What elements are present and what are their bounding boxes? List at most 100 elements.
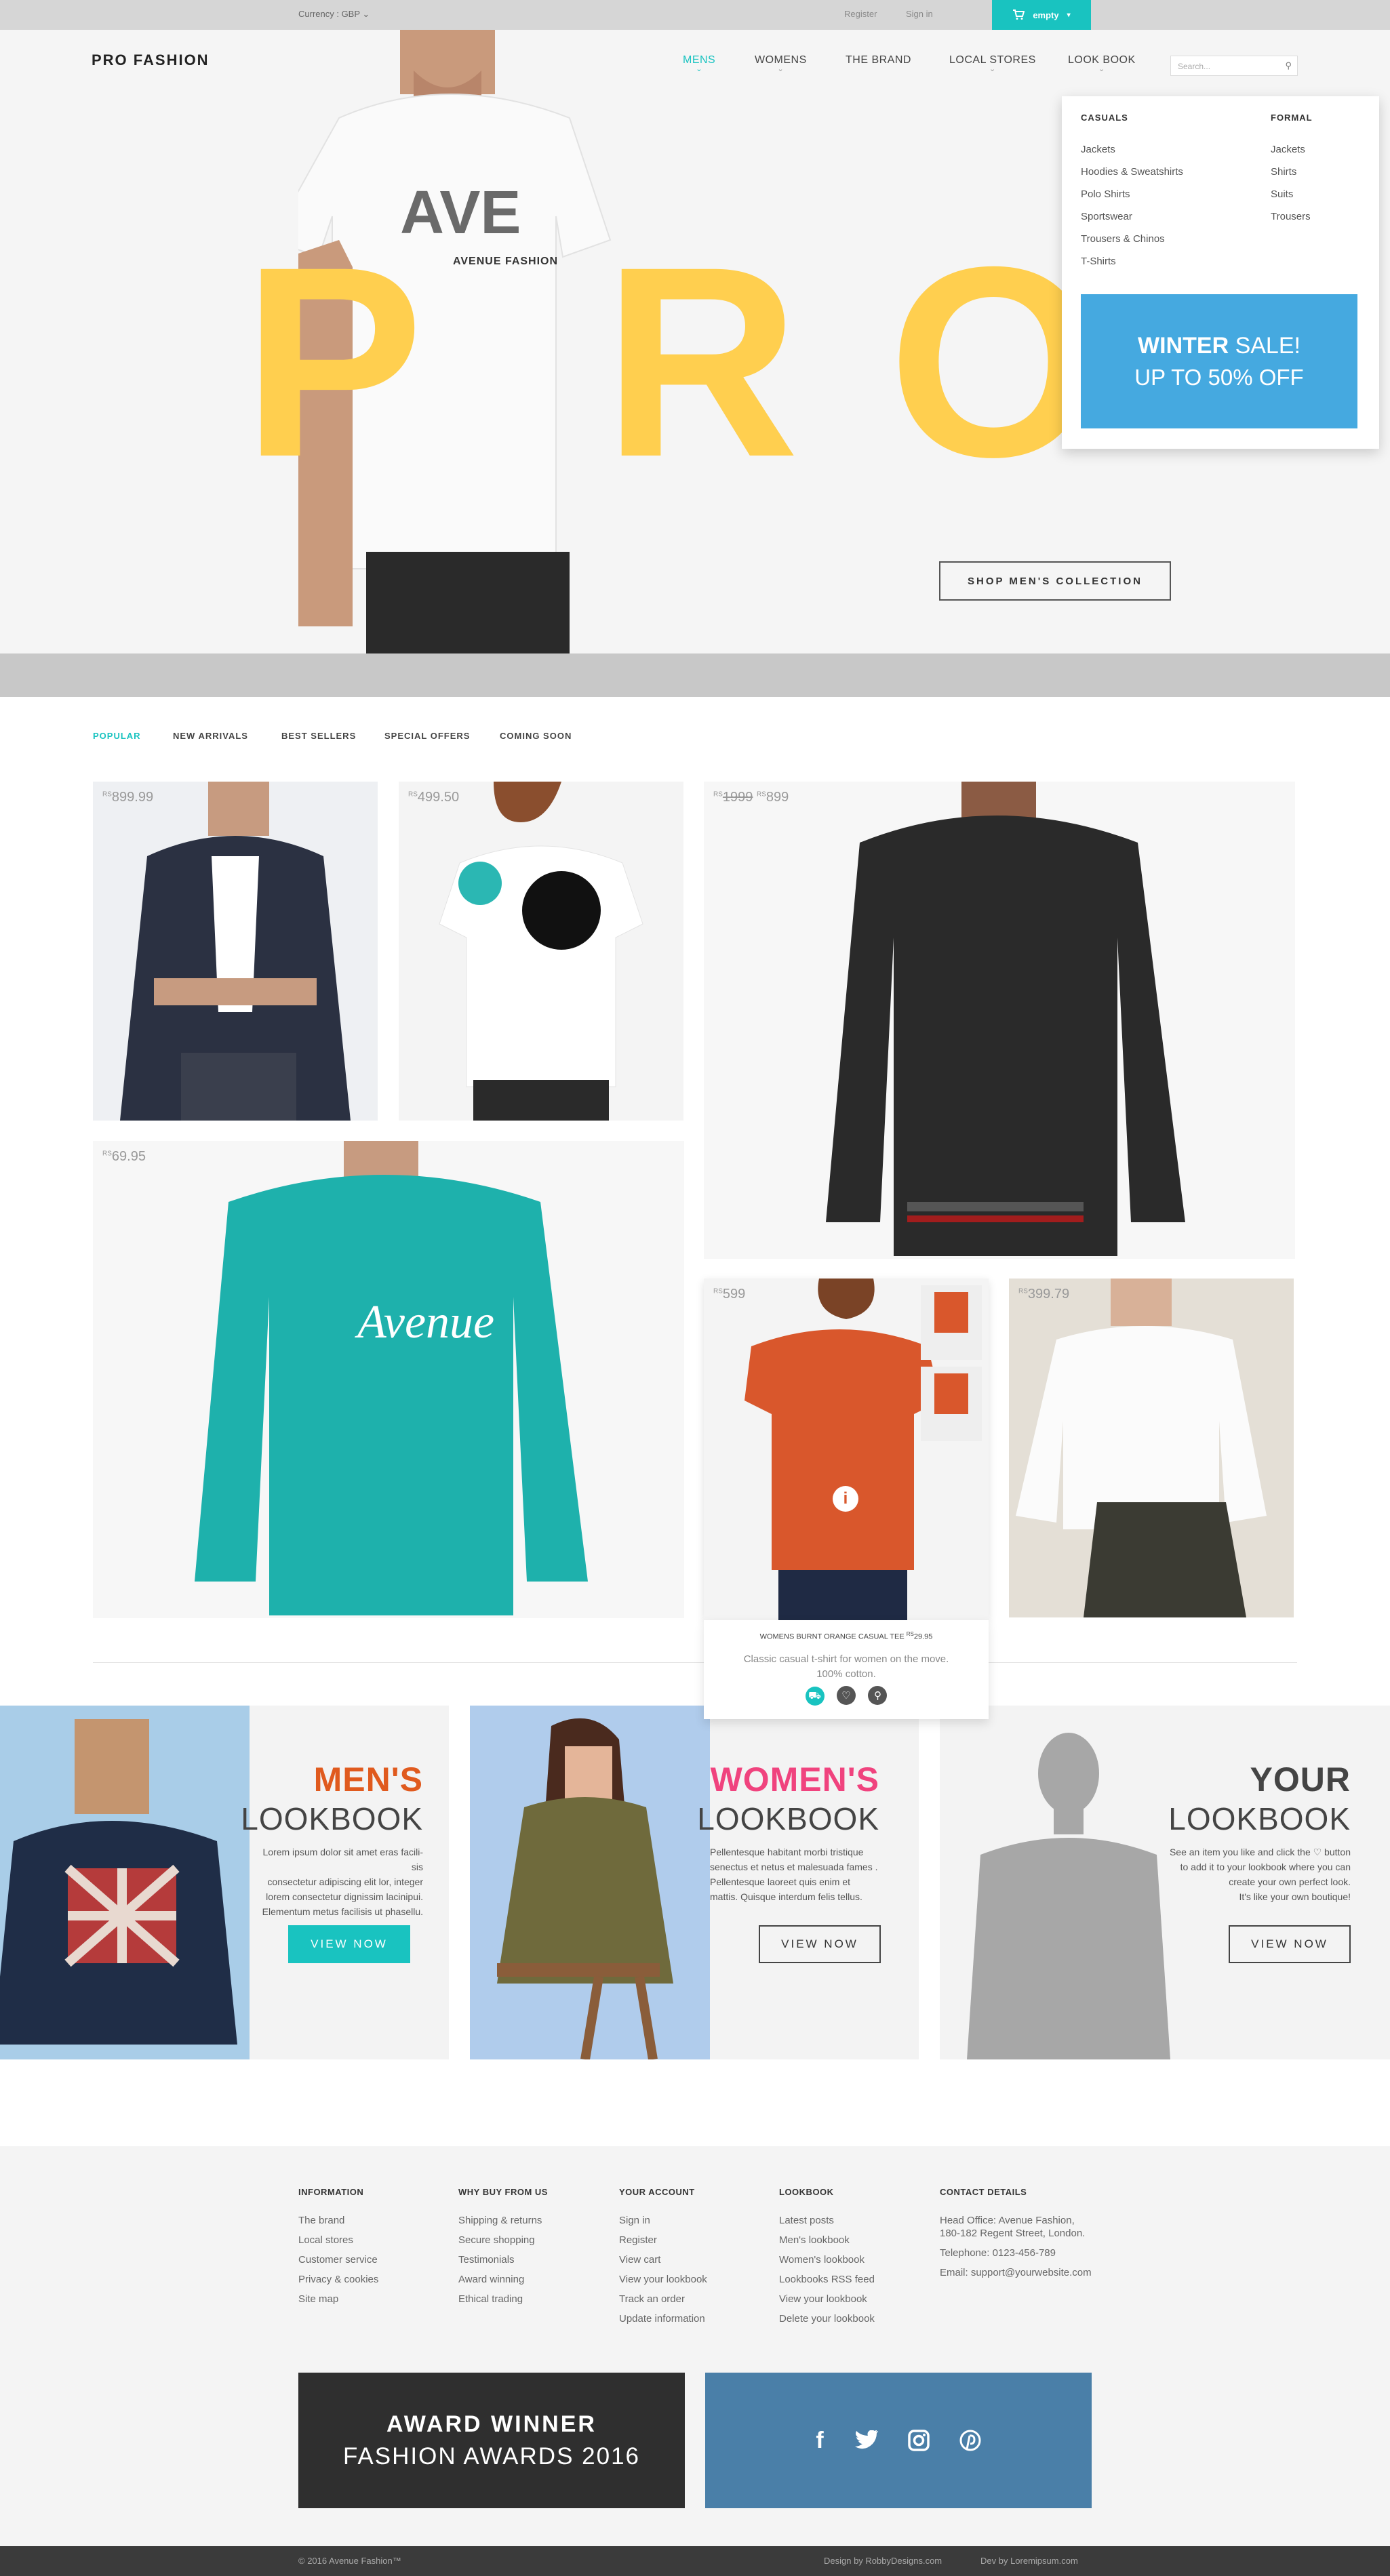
menu-item-t-shirts[interactable]: T-Shirts [1081, 256, 1183, 267]
menu-item-hoodies[interactable]: Hoodies & Sweatshirts [1081, 166, 1183, 178]
footer-link[interactable]: Lookbooks RSS feed [779, 2274, 875, 2285]
sign-in-link[interactable]: Sign in [906, 9, 933, 19]
tab-new-arrivals[interactable]: NEW ARRIVALS [173, 731, 248, 741]
mens-view-now-button[interactable]: VIEW NOW [288, 1925, 410, 1963]
product-description: Classic casual t-shirt for women on the … [743, 1653, 949, 1680]
nav-womens[interactable]: WOMENS ⌄ [755, 54, 807, 73]
footer-link[interactable]: Ethical trading [458, 2293, 548, 2305]
your-lookbook-panel: YOUR LOOKBOOK See an item you like and c… [940, 1706, 1390, 2059]
footer-link[interactable]: View your lookbook [619, 2274, 707, 2285]
product-image-white-shirt [1009, 1279, 1294, 1617]
menu-item-suits[interactable]: Suits [1271, 188, 1311, 200]
product-quick-info: WOMENS BURNT ORANGE CASUAL TEE RS29.95 C… [704, 1620, 989, 1719]
price: RS499.50 [408, 790, 460, 805]
link-icon[interactable]: ⚲ [868, 1685, 888, 1705]
price: RS1999 RS899 [713, 790, 789, 805]
nav-the-brand[interactable]: THE BRAND [846, 54, 911, 66]
footer-link[interactable]: Update information [619, 2313, 707, 2325]
heart-icon[interactable]: ♡ [837, 1685, 856, 1705]
footer-link[interactable]: The brand [298, 2215, 378, 2226]
footer-link[interactable]: Local stores [298, 2234, 378, 2246]
currency-selector[interactable]: Currency : GBP ⌄ [298, 9, 370, 20]
your-lookbook-text: See an item you like and click the ♡ but… [1169, 1847, 1351, 1902]
contact-line: 180-182 Regent Street, London. [940, 2228, 1086, 2239]
footer-link[interactable]: View cart [619, 2254, 707, 2266]
footer-link[interactable]: Delete your lookbook [779, 2313, 875, 2325]
menu-item-formal-trousers[interactable]: Trousers [1271, 211, 1311, 222]
footer-link[interactable]: View your lookbook [779, 2293, 875, 2305]
tab-popular[interactable]: POPULAR [93, 731, 141, 741]
twitter-icon[interactable] [854, 2430, 878, 2451]
contact-phone: Telephone: 0123-456-789 [940, 2247, 1056, 2259]
copyright: © 2016 Avenue Fashion™ [298, 2556, 401, 2566]
product-image-sweater [704, 782, 1295, 1259]
footer-link[interactable]: Women's lookbook [779, 2254, 875, 2266]
menu-item-sportswear[interactable]: Sportswear [1081, 211, 1183, 222]
footer-link[interactable]: Privacy & cookies [298, 2274, 378, 2285]
footer-link[interactable]: Latest posts [779, 2215, 875, 2226]
product-card-white-shirt[interactable]: RS399.79 [1009, 1279, 1294, 1617]
menu-item-formal-jackets[interactable]: Jackets [1271, 144, 1311, 155]
contact-email[interactable]: Email: support@yourwebsite.com [940, 2267, 1092, 2278]
award-banner: AWARD WINNER FASHION AWARDS 2016 [298, 2373, 685, 2508]
tab-coming-soon[interactable]: COMING SOON [500, 731, 572, 741]
facebook-icon[interactable]: f [816, 2428, 823, 2454]
cart-button[interactable]: empty ▾ [992, 0, 1091, 30]
search-icon[interactable]: ⚲ [1285, 60, 1292, 71]
design-credit[interactable]: Design by RobbyDesigns.com [824, 2556, 942, 2566]
footer-col-lookbook: LOOKBOOK Latest posts Men's lookbook Wom… [779, 2187, 875, 2325]
shop-mens-button[interactable]: SHOP MEN'S COLLECTION [939, 561, 1171, 601]
footer-link[interactable]: Sign in [619, 2215, 707, 2226]
hero-shirt-text: AVENUE FASHION [453, 256, 559, 267]
menu-item-shirts[interactable]: Shirts [1271, 166, 1311, 178]
product-card-sweater[interactable]: RS1999 RS899 [704, 782, 1295, 1259]
menu-item-trousers-chinos[interactable]: Trousers & Chinos [1081, 233, 1183, 245]
footer-link[interactable]: Award winning [458, 2274, 548, 2285]
contact-line: Head Office: Avenue Fashion, [940, 2215, 1075, 2226]
womens-view-now-button[interactable]: VIEW NOW [759, 1925, 881, 1963]
product-image-graphic-tee [399, 782, 683, 1121]
tab-best-sellers[interactable]: BEST SELLERS [281, 731, 356, 741]
your-view-now-button[interactable]: VIEW NOW [1229, 1925, 1351, 1963]
footer-link[interactable]: Testimonials [458, 2254, 548, 2266]
instagram-icon[interactable] [907, 2430, 930, 2451]
product-card-blazer[interactable]: RS899.99 [93, 782, 378, 1121]
footer-link[interactable]: Men's lookbook [779, 2234, 875, 2246]
info-icon[interactable]: i [833, 1486, 858, 1512]
dev-credit[interactable]: Dev by Loremipsum.com [980, 2556, 1078, 2566]
footer-col-information: INFORMATION The brand Local stores Custo… [298, 2187, 379, 2305]
menu-item-polo-shirts[interactable]: Polo Shirts [1081, 188, 1183, 200]
menu-item-jackets[interactable]: Jackets [1081, 144, 1183, 155]
tab-special-offers[interactable]: SPECIAL OFFERS [384, 731, 470, 741]
footer-link[interactable]: Secure shopping [458, 2234, 548, 2246]
top-bar: Currency : GBP ⌄ Register Sign in empty … [0, 0, 1390, 30]
product-card-henley[interactable]: Avenue RS69.95 [93, 1141, 684, 1618]
footer-link[interactable]: Shipping & returns [458, 2215, 548, 2226]
add-to-cart-icon[interactable]: ⛟ [805, 1687, 825, 1706]
mens-lookbook-title: MEN'S [313, 1760, 423, 1798]
product-name: WOMENS BURNT ORANGE CASUAL TEE RS29.95 [759, 1631, 933, 1641]
footer-link[interactable]: Site map [298, 2293, 378, 2305]
footer-link[interactable]: Register [619, 2234, 707, 2246]
nav-local-stores[interactable]: LOCAL STORES ⌄ [949, 54, 1036, 73]
search-input[interactable]: Search... ⚲ [1170, 56, 1298, 76]
footer-link[interactable]: Track an order [619, 2293, 707, 2305]
womens-lookbook-text: Pellentesque habitant morbi tristique sen… [710, 1847, 878, 1902]
nav-look-book[interactable]: LOOK BOOK ⌄ [1068, 54, 1136, 73]
hero-letter-r: R [603, 210, 799, 513]
womens-lookbook-title: WOMEN'S [710, 1760, 879, 1798]
sale-word: WINTER [1138, 332, 1229, 359]
winter-sale-banner[interactable]: WINTER SALE! UP TO 50% OFF [1081, 294, 1357, 428]
pinterest-icon[interactable] [959, 2430, 981, 2451]
price: RS399.79 [1018, 1287, 1070, 1302]
product-card-graphic-tee[interactable]: RS499.50 [399, 782, 683, 1121]
nav-mens[interactable]: MENS ⌄ [683, 54, 715, 73]
register-link[interactable]: Register [844, 9, 877, 19]
site-logo[interactable]: PRO FASHION [92, 52, 210, 69]
your-lookbook-title: YOUR [1250, 1760, 1351, 1798]
footer-link[interactable]: Customer service [298, 2254, 378, 2266]
formal-heading: FORMAL [1271, 113, 1313, 123]
product-image-blazer [93, 782, 378, 1121]
product-card-orange-tee[interactable]: i RS599 [704, 1279, 989, 1620]
lookbook-subtitle: LOOKBOOK [697, 1801, 879, 1836]
